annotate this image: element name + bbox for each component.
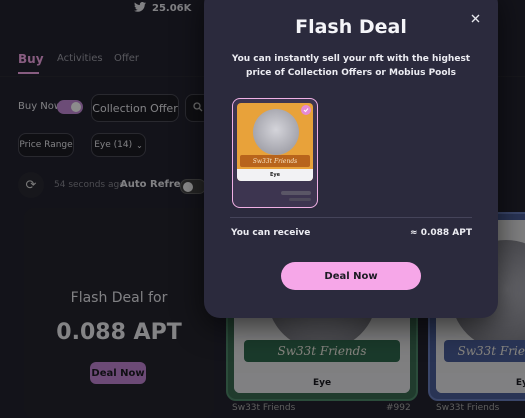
nft-name: Sw33t Friends	[232, 403, 296, 413]
tab-offer[interactable]: Offer	[114, 53, 139, 64]
deal-now-label: Deal Now	[324, 270, 378, 282]
nft-number: #992	[386, 403, 411, 413]
price-range-button[interactable]: Price Range	[18, 133, 74, 157]
updated-ago: 54 seconds ago	[54, 180, 125, 190]
buy-now-label: Buy Now	[18, 101, 63, 112]
nft-trait: Eye	[234, 373, 410, 393]
eye-filter-dropdown[interactable]: Eye (14) ⌄	[91, 133, 146, 157]
tab-buy-label: Buy	[18, 52, 44, 66]
selected-nft-card[interactable]: Sw33t Friends Eye	[232, 98, 318, 208]
receive-label: You can receive	[231, 228, 311, 238]
selected-nft-ribbon: Sw33t Friends	[240, 155, 310, 167]
toggle-knob	[183, 181, 193, 192]
flash-deal-card: Flash Deal for 0.088 APT Deal Now	[24, 208, 214, 418]
toggle-knob	[71, 102, 81, 112]
refresh-icon: ⟳	[25, 177, 37, 193]
refresh-button[interactable]: ⟳	[18, 172, 44, 198]
close-button[interactable]	[468, 10, 482, 24]
tab-activities[interactable]: Activities	[57, 53, 103, 64]
eye-filter-label: Eye (14)	[94, 140, 133, 150]
cat-illustration	[253, 109, 299, 155]
tab-buy[interactable]: Buy	[18, 52, 44, 66]
search-icon	[193, 101, 203, 115]
nft-ribbon: Sw33t Friends	[444, 340, 525, 362]
modal-divider	[230, 217, 472, 218]
nft-trait: Eye	[436, 373, 525, 393]
nft-ribbon: Sw33t Friends	[244, 340, 400, 362]
deal-now-button[interactable]: Deal Now	[281, 262, 421, 290]
flash-deal-card-button-label: Deal Now	[91, 367, 145, 379]
auto-refresh-toggle[interactable]	[180, 179, 206, 194]
twitter-stat: 25.06K	[134, 2, 191, 15]
flash-deal-price: 0.088 APT	[56, 320, 182, 345]
modal-description: You can instantly sell your nft with the…	[231, 54, 471, 78]
close-icon	[471, 8, 480, 27]
placeholder-bar	[281, 191, 311, 195]
twitter-icon	[134, 2, 146, 15]
selected-nft-image: Sw33t Friends Eye	[237, 103, 313, 181]
flash-deal-modal: Flash Deal You can instantly sell your n…	[204, 0, 498, 318]
selected-nft-trait: Eye	[237, 169, 313, 181]
collection-offer-button[interactable]: Collection Offer	[91, 94, 179, 122]
receive-value: ≈ 0.088 APT	[410, 228, 472, 238]
price-range-label: Price Range	[19, 140, 73, 150]
twitter-count: 25.06K	[152, 3, 192, 14]
flash-deal-card-button[interactable]: Deal Now	[90, 362, 146, 384]
tab-activities-label: Activities	[57, 53, 103, 64]
modal-title: Flash Deal	[295, 16, 407, 38]
placeholder-bar	[289, 198, 311, 201]
nft-name: Sw33t Friends	[436, 403, 500, 413]
chevron-down-icon: ⌄	[136, 140, 143, 150]
tab-active-underline	[18, 72, 39, 74]
selected-check-icon	[301, 105, 311, 115]
collection-offer-label: Collection Offer	[92, 101, 178, 115]
flash-deal-title: Flash Deal for	[70, 290, 168, 306]
tab-offer-label: Offer	[114, 53, 140, 64]
buy-now-toggle[interactable]	[57, 100, 83, 114]
